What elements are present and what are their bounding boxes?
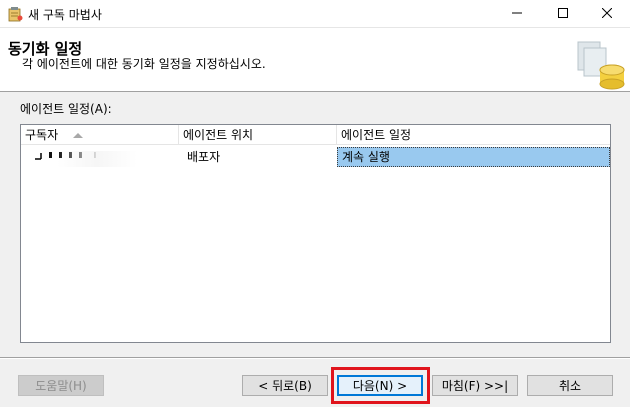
help-button[interactable]: 도움말(H) bbox=[18, 375, 104, 396]
agent-schedule-label: 에이전트 일정(A): bbox=[20, 102, 112, 116]
minimize-button[interactable] bbox=[494, 0, 540, 28]
close-button[interactable] bbox=[584, 0, 630, 28]
cancel-button[interactable]: 취소 bbox=[527, 375, 613, 396]
window-title: 새 구독 마법사 bbox=[28, 8, 102, 22]
finish-button[interactable]: 마침(F) >>| bbox=[432, 375, 518, 396]
minimize-icon bbox=[512, 7, 522, 21]
close-icon bbox=[601, 7, 613, 21]
wizard-header: 동기화 일정 각 에이전트에 대한 동기화 일정을 지정하십시오. bbox=[0, 28, 630, 92]
cell-agent-location: 배포자 bbox=[187, 150, 221, 164]
next-button-highlight-box bbox=[331, 367, 430, 404]
back-button[interactable]: < 뒤로(B) bbox=[242, 375, 328, 396]
column-header-label: 에이전트 일정 bbox=[341, 128, 412, 142]
redaction-fade bbox=[57, 151, 137, 167]
title-bar: 새 구독 마법사 bbox=[0, 0, 630, 28]
wizard-app-icon bbox=[7, 6, 23, 22]
grid-header: 구독자 에이전트 위치 에이전트 일정 bbox=[21, 125, 610, 145]
column-header-agent-location[interactable]: 에이전트 위치 bbox=[179, 125, 337, 145]
column-header-label: 구독자 bbox=[25, 128, 59, 142]
sort-ascending-icon bbox=[73, 133, 83, 138]
footer-divider bbox=[0, 357, 630, 359]
column-header-agent-schedule[interactable]: 에이전트 일정 bbox=[337, 125, 610, 145]
database-sync-icon bbox=[570, 34, 626, 90]
maximize-button[interactable] bbox=[540, 0, 586, 28]
column-header-subscriber[interactable]: 구독자 bbox=[21, 125, 179, 145]
table-row[interactable]: 배포자 계속 실행 bbox=[21, 147, 610, 167]
column-header-label: 에이전트 위치 bbox=[183, 128, 254, 142]
maximize-icon bbox=[558, 7, 568, 21]
agent-schedule-grid[interactable]: 구독자 에이전트 위치 에이전트 일정 배포자 계속 실행 bbox=[20, 124, 611, 343]
page-description: 각 에이전트에 대한 동기화 일정을 지정하십시오. bbox=[22, 57, 266, 71]
cell-agent-schedule[interactable]: 계속 실행 bbox=[337, 147, 610, 167]
